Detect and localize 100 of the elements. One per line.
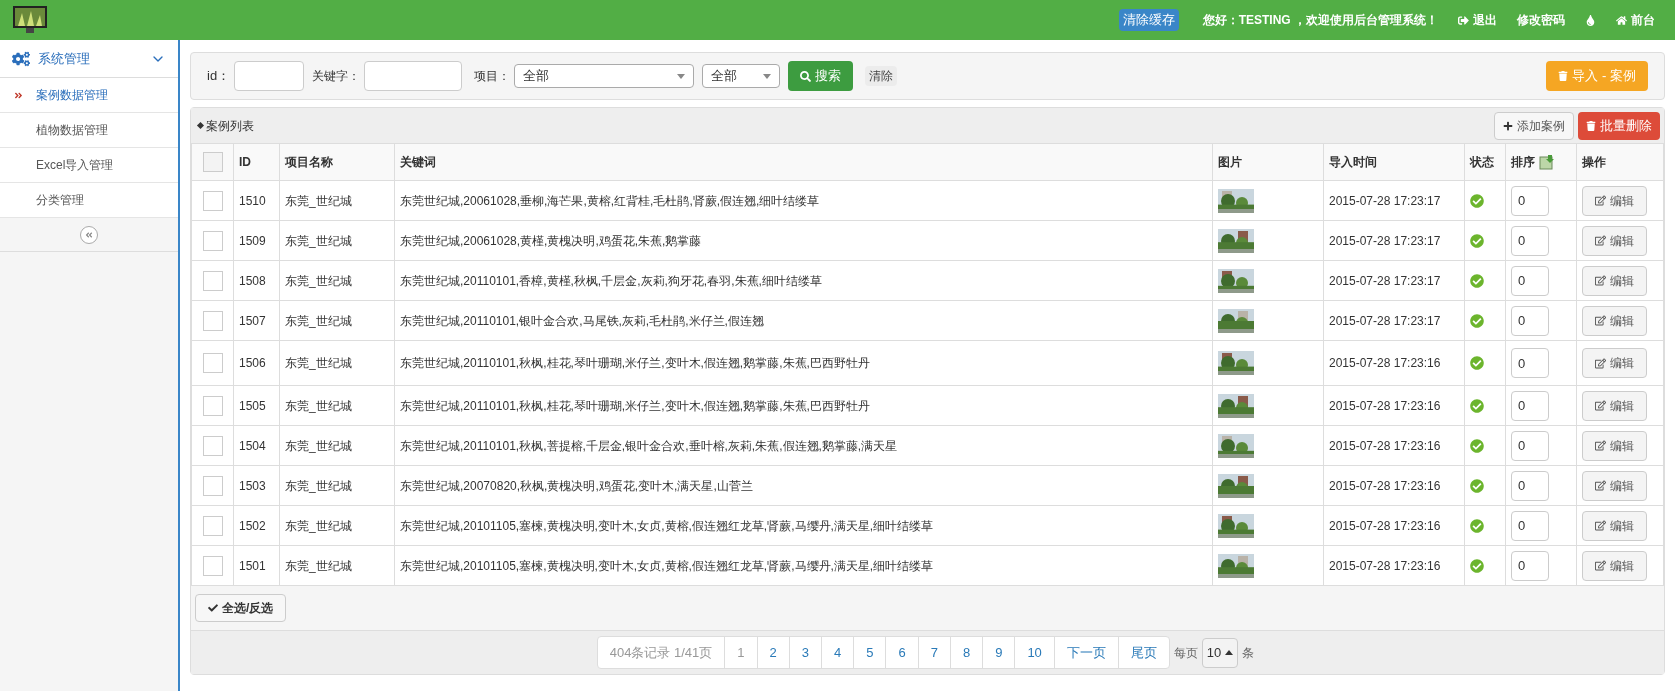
- group-label: 系统管理: [38, 49, 91, 68]
- checkbox[interactable]: [202, 190, 223, 211]
- checkbox[interactable]: [202, 230, 223, 251]
- page-link[interactable]: 2: [756, 636, 789, 669]
- logo-icon: [12, 5, 48, 35]
- edit-icon: [1595, 235, 1606, 246]
- id-label: id：: [207, 67, 231, 86]
- add-button[interactable]: 添加案例: [1494, 111, 1574, 140]
- sidebar-group[interactable]: 系统管理: [0, 40, 178, 78]
- table-cell: 2015-07-28 17:23:17: [1329, 313, 1441, 328]
- column-header: 操作: [1582, 154, 1606, 171]
- edit-button[interactable]: 编辑: [1582, 390, 1647, 421]
- checkbox[interactable]: [202, 152, 223, 172]
- page-link[interactable]: 8: [949, 636, 983, 669]
- clear-cache-button[interactable]: 清除缓存: [1118, 9, 1179, 31]
- droplet-icon: [1585, 14, 1596, 26]
- order-field[interactable]: 0: [1511, 390, 1549, 421]
- clear-button[interactable]: 清除: [865, 66, 898, 86]
- edit-icon: [1595, 357, 1606, 369]
- page-link[interactable]: 9: [982, 636, 1015, 669]
- table-cell: 1505: [239, 398, 266, 413]
- keyword-label: 关键字：: [312, 68, 361, 85]
- search-icon: [800, 70, 812, 82]
- next-page-link[interactable]: 下一页: [1053, 636, 1118, 669]
- edit-button[interactable]: 编辑: [1582, 430, 1647, 461]
- check-icon: [208, 603, 218, 613]
- order-field[interactable]: 0: [1511, 225, 1549, 256]
- table-cell: 1507: [239, 313, 266, 328]
- edit-button[interactable]: 编辑: [1582, 510, 1647, 541]
- select-all-button[interactable]: 全选/反选: [195, 594, 287, 622]
- checkbox[interactable]: [202, 395, 223, 416]
- table-cell: 2015-07-28 17:23:17: [1329, 233, 1441, 248]
- table-cell: 东莞世纪城,20110101,秋枫,桂花,琴叶珊瑚,米仔兰,变叶木,假连翘,鹅掌藤,朱蕉,巴西野牡丹: [400, 356, 870, 370]
- id-field[interactable]: [234, 61, 305, 91]
- order-field[interactable]: 0: [1511, 348, 1549, 378]
- table-cell: 1501: [239, 558, 266, 573]
- last-page-link[interactable]: 尾页: [1117, 636, 1169, 669]
- edit-button[interactable]: 编辑: [1582, 265, 1647, 296]
- order-field[interactable]: 0: [1511, 550, 1549, 581]
- edit-button[interactable]: 编辑: [1582, 185, 1647, 216]
- project-select[interactable]: 全部: [514, 64, 695, 88]
- edit-button[interactable]: 编辑: [1582, 305, 1647, 336]
- table-cell: 东莞_世纪城: [285, 518, 352, 533]
- per-page-select[interactable]: 10: [1201, 637, 1239, 668]
- table-cell: 2015-07-28 17:23:17: [1329, 193, 1441, 208]
- order-field[interactable]: 0: [1511, 265, 1549, 296]
- page-link[interactable]: 7: [917, 636, 950, 669]
- checkbox[interactable]: [202, 310, 223, 331]
- table-cell: 东莞_世纪城: [285, 558, 352, 573]
- page-link[interactable]: 6: [885, 636, 918, 669]
- edit-button[interactable]: 编辑: [1582, 550, 1647, 581]
- page-link[interactable]: 3: [788, 636, 821, 669]
- column-header: 项目名称: [285, 154, 333, 171]
- checkbox[interactable]: [202, 515, 223, 536]
- caret-icon: [763, 73, 772, 79]
- checkbox[interactable]: [202, 435, 223, 456]
- table-cell: 东莞世纪城,20110101,秋枫,菩提榕,千层金,银叶金合欢,垂叶榕,灰莉,朱蕉,假连翘,鹅掌藤,满天星: [400, 438, 898, 453]
- checkbox[interactable]: [202, 555, 223, 576]
- per-page-label: 每页: [1172, 644, 1199, 662]
- table-cell: 东莞_世纪城: [285, 313, 352, 328]
- table-cell: 东莞_世纪城: [285, 478, 352, 493]
- caret-icon: [1225, 650, 1234, 655]
- sidebar-item[interactable]: 植物数据管理: [0, 113, 178, 148]
- table-cell: 东莞_世纪城: [285, 438, 352, 453]
- order-field[interactable]: 0: [1511, 510, 1549, 541]
- checkbox[interactable]: [202, 270, 223, 291]
- order-field[interactable]: 0: [1511, 430, 1549, 461]
- order-field[interactable]: 0: [1511, 470, 1549, 501]
- table-cell: 2015-07-28 17:23:16: [1329, 438, 1441, 453]
- type-select[interactable]: 全部: [702, 64, 781, 88]
- collapse-button[interactable]: [80, 225, 98, 244]
- home-icon: [1616, 14, 1627, 26]
- table-cell: 1510: [239, 193, 266, 208]
- sidebar-item[interactable]: 案例数据管理: [0, 78, 178, 113]
- trash-icon: [1558, 71, 1569, 81]
- batch-delete-button[interactable]: 批量删除: [1578, 111, 1660, 140]
- order-field[interactable]: 0: [1511, 185, 1549, 216]
- edit-button[interactable]: 编辑: [1582, 470, 1647, 501]
- keyword-field[interactable]: [364, 61, 463, 91]
- sidebar-item[interactable]: Excel导入管理: [0, 148, 178, 183]
- edit-icon: [1595, 520, 1606, 531]
- page-link[interactable]: 5: [853, 636, 886, 669]
- page-link[interactable]: 4: [821, 636, 854, 669]
- order-field[interactable]: 0: [1511, 305, 1549, 336]
- sidebar-item[interactable]: 分类管理: [0, 183, 178, 218]
- theme-link[interactable]: [1585, 14, 1596, 26]
- page-link[interactable]: 10: [1014, 636, 1054, 669]
- column-header: 图片: [1218, 154, 1242, 171]
- column-header: 关键词: [400, 154, 436, 171]
- edit-button[interactable]: 编辑: [1582, 225, 1647, 256]
- checkbox[interactable]: [202, 353, 223, 373]
- checkbox[interactable]: [202, 475, 223, 496]
- save-icon: [1539, 154, 1555, 170]
- table-cell: 2015-07-28 17:23:16: [1329, 558, 1441, 573]
- table-cell: 东莞_世纪城: [285, 273, 352, 288]
- edit-button[interactable]: 编辑: [1582, 348, 1647, 378]
- double-chevron-icon: [14, 90, 23, 100]
- per-page-unit: 条: [1241, 644, 1256, 662]
- column-header: 排序: [1511, 154, 1535, 171]
- edit-icon: [1595, 275, 1606, 286]
